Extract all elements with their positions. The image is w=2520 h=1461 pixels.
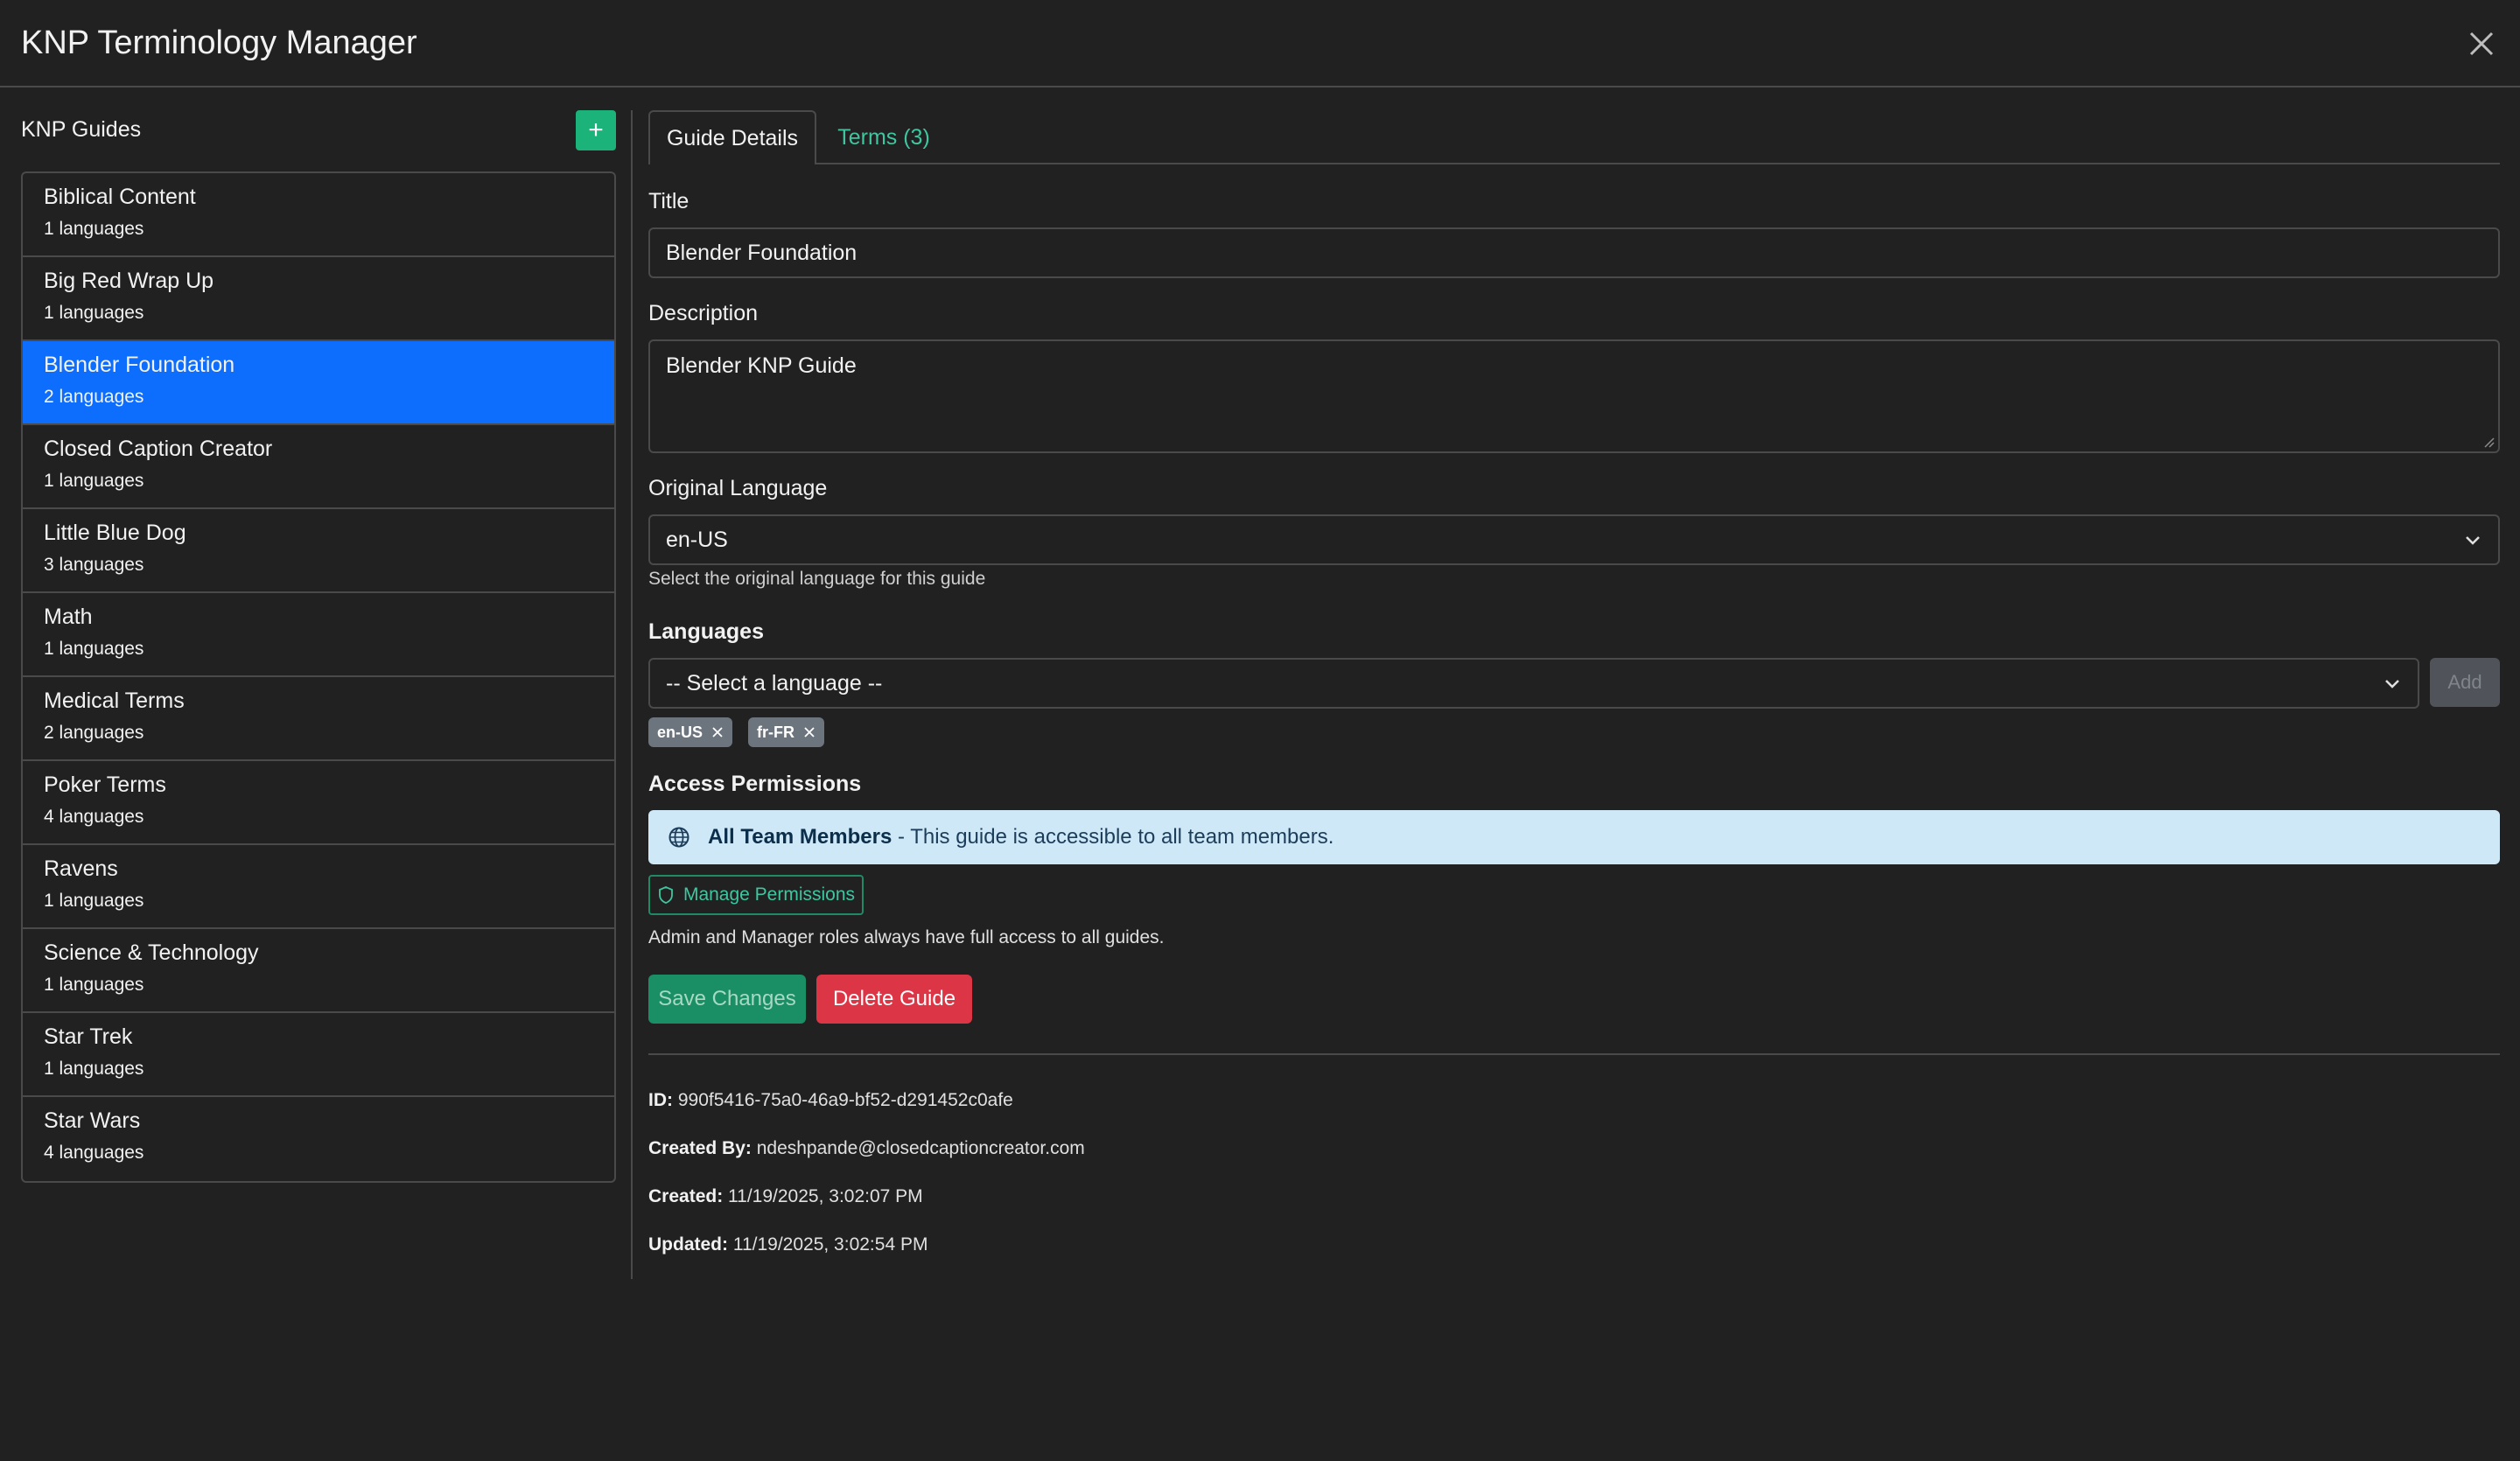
- remove-icon[interactable]: [711, 726, 724, 738]
- alert-message: - This guide is accessible to all team m…: [892, 825, 1334, 849]
- guide-item-star-trek[interactable]: Star Trek 1 languages: [23, 1013, 614, 1097]
- original-language-select[interactable]: en-US: [648, 514, 2500, 565]
- language-chip-en-us: en-US: [648, 717, 733, 747]
- guide-name: Ravens: [44, 856, 118, 881]
- guide-item-blender-foundation[interactable]: Blender Foundation 2 languages: [23, 341, 614, 425]
- guide-language-count: 1 languages: [44, 1059, 144, 1079]
- guide-language-count: 1 languages: [44, 219, 144, 239]
- meta-created: Created: 11/19/2025, 3:02:07 PM: [648, 1186, 923, 1207]
- app-title: KNP Terminology Manager: [21, 24, 417, 61]
- guide-language-count: 1 languages: [44, 471, 144, 491]
- chip-label: en-US: [657, 723, 704, 741]
- guide-item-little-blue-dog[interactable]: Little Blue Dog 3 languages: [23, 509, 614, 593]
- guide-name: Poker Terms: [44, 772, 166, 797]
- guide-name: Math: [44, 605, 93, 629]
- tab-terms[interactable]: Terms (3): [816, 110, 951, 164]
- meta-created-by-value: ndeshpande@closedcaptioncreator.com: [756, 1138, 1085, 1158]
- globe-icon: [668, 827, 690, 848]
- panel-divider: [631, 110, 633, 1279]
- guide-item-star-wars[interactable]: Star Wars 4 languages: [23, 1097, 614, 1181]
- guide-language-count: 2 languages: [44, 387, 144, 407]
- guide-language-count: 4 languages: [44, 807, 144, 827]
- guide-name: Star Trek: [44, 1024, 133, 1049]
- language-select[interactable]: -- Select a language --: [648, 658, 2419, 709]
- original-language-label: Original Language: [648, 476, 828, 500]
- guide-item-science-technology[interactable]: Science & Technology 1 languages: [23, 929, 614, 1013]
- add-language-button[interactable]: Add: [2430, 658, 2500, 707]
- sidebar-title: KNP Guides: [21, 117, 142, 142]
- meta-created-value: 11/19/2025, 3:02:07 PM: [728, 1186, 923, 1206]
- meta-created-by: Created By: ndeshpande@closedcaptioncrea…: [648, 1138, 1085, 1159]
- guide-name: Blender Foundation: [44, 353, 235, 377]
- guide-language-count: 1 languages: [44, 975, 144, 995]
- manage-permissions-label: Manage Permissions: [682, 884, 856, 905]
- guide-item-poker-terms[interactable]: Poker Terms 4 languages: [23, 761, 614, 845]
- languages-label: Languages: [648, 619, 764, 644]
- guide-item-math[interactable]: Math 1 languages: [23, 593, 614, 677]
- guide-item-closed-caption-creator[interactable]: Closed Caption Creator 1 languages: [23, 425, 614, 509]
- resize-grip-icon[interactable]: [2482, 436, 2495, 448]
- delete-guide-button[interactable]: Delete Guide: [816, 975, 972, 1024]
- save-changes-button[interactable]: Save Changes: [648, 975, 806, 1024]
- meta-created-by-label: Created By:: [648, 1138, 752, 1158]
- guide-name: Star Wars: [44, 1108, 141, 1133]
- access-permissions-label: Access Permissions: [648, 772, 862, 796]
- guide-name: Closed Caption Creator: [44, 437, 273, 461]
- meta-updated-value: 11/19/2025, 3:02:54 PM: [732, 1234, 928, 1255]
- close-icon[interactable]: [2466, 28, 2497, 59]
- section-divider: [648, 1053, 2500, 1055]
- guide-language-count: 1 languages: [44, 303, 144, 323]
- guide-name: Biblical Content: [44, 185, 196, 209]
- meta-id: ID: 990f5416-75a0-46a9-bf52-d291452c0afe: [648, 1090, 1013, 1111]
- permissions-alert: All Team Members - This guide is accessi…: [648, 810, 2500, 864]
- language-select-placeholder: -- Select a language --: [666, 670, 883, 696]
- guide-item-big-red-wrap-up[interactable]: Big Red Wrap Up 1 languages: [23, 257, 614, 341]
- guide-item-ravens[interactable]: Ravens 1 languages: [23, 845, 614, 929]
- meta-updated-label: Updated:: [648, 1234, 728, 1255]
- meta-updated: Updated: 11/19/2025, 3:02:54 PM: [648, 1234, 928, 1255]
- guide-name: Little Blue Dog: [44, 521, 186, 545]
- guide-language-count: 1 languages: [44, 639, 144, 659]
- meta-id-value: 990f5416-75a0-46a9-bf52-d291452c0afe: [677, 1090, 1013, 1110]
- original-language-value: en-US: [666, 527, 728, 552]
- guide-language-count: 1 languages: [44, 891, 144, 911]
- meta-created-label: Created:: [648, 1186, 724, 1206]
- tab-guide-details[interactable]: Guide Details: [648, 110, 816, 164]
- meta-id-label: ID:: [648, 1090, 673, 1110]
- chevron-down-icon: [2385, 680, 2399, 689]
- original-language-help: Select the original language for this gu…: [648, 569, 986, 589]
- permissions-note: Admin and Manager roles always have full…: [648, 927, 1165, 947]
- guide-language-count: 3 languages: [44, 555, 144, 575]
- guide-name: Big Red Wrap Up: [44, 269, 214, 293]
- description-text: Blender KNP Guide: [666, 353, 857, 378]
- shield-icon: [659, 886, 673, 904]
- guide-item-biblical-content[interactable]: Biblical Content 1 languages: [23, 173, 614, 257]
- language-chip-fr-fr: fr-FR: [748, 717, 824, 747]
- guide-language-count: 2 languages: [44, 723, 144, 743]
- guide-name: Science & Technology: [44, 940, 259, 965]
- chevron-down-icon: [2466, 536, 2480, 545]
- guide-list: Biblical Content 1 languages Big Red Wra…: [21, 171, 616, 1183]
- description-textarea[interactable]: Blender KNP Guide: [648, 339, 2500, 453]
- description-label: Description: [648, 301, 759, 325]
- title-input[interactable]: Blender Foundation: [648, 227, 2500, 278]
- modal-header: KNP Terminology Manager: [0, 0, 2520, 87]
- guide-item-medical-terms[interactable]: Medical Terms 2 languages: [23, 677, 614, 761]
- guide-language-count: 4 languages: [44, 1143, 144, 1163]
- title-label: Title: [648, 189, 690, 213]
- add-guide-button[interactable]: +: [576, 110, 616, 150]
- chip-label: fr-FR: [757, 723, 794, 741]
- guide-name: Medical Terms: [44, 689, 185, 713]
- remove-icon[interactable]: [803, 726, 816, 738]
- manage-permissions-button[interactable]: Manage Permissions: [648, 875, 864, 915]
- alert-title: All Team Members: [708, 825, 892, 849]
